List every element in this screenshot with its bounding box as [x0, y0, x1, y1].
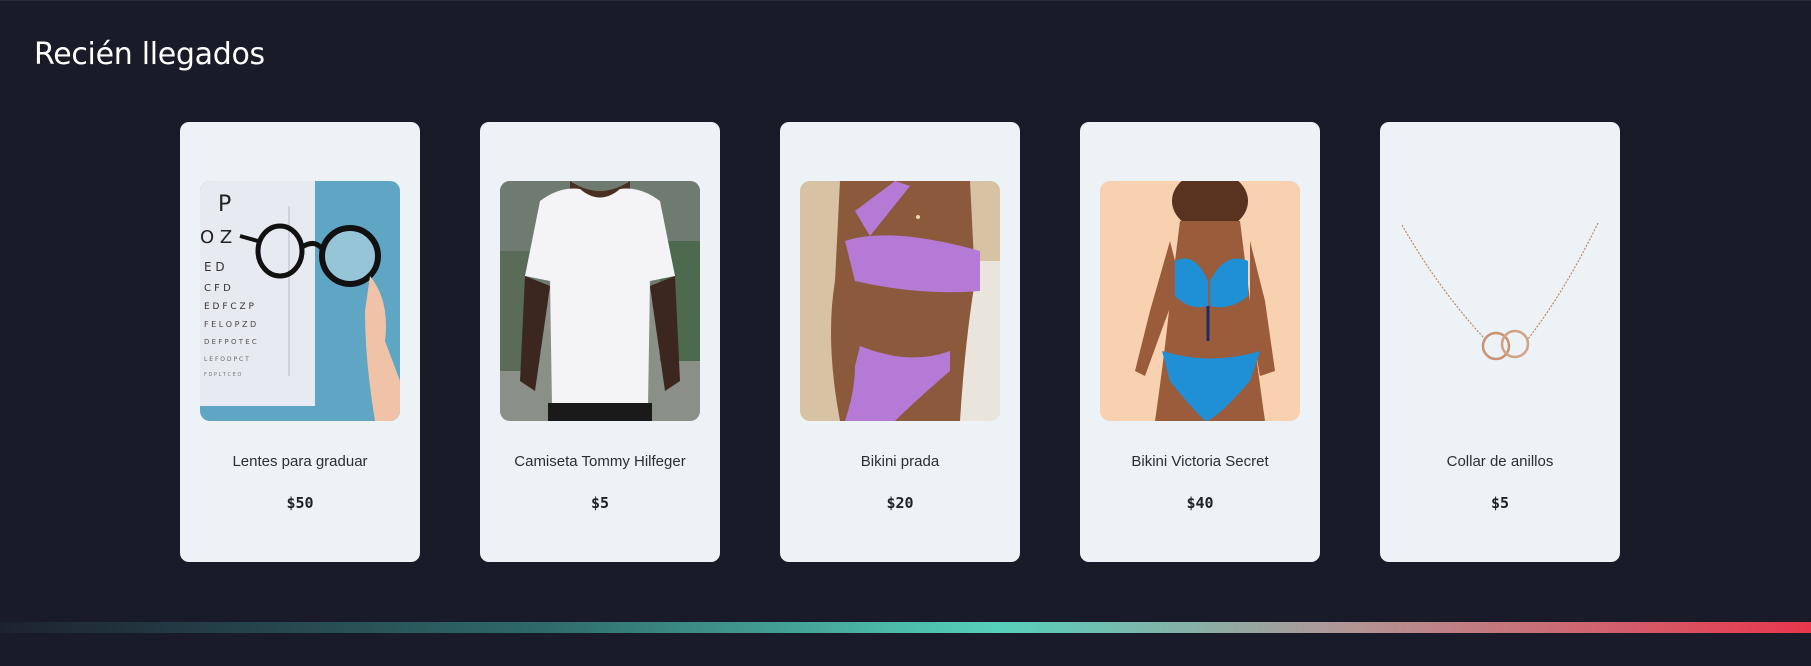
product-image-glasses[interactable]: P O Z E D C F D E D F C Z P F E L O P Z … [200, 181, 400, 421]
necklace-image [1400, 181, 1600, 421]
product-name: Bikini Victoria Secret [1131, 453, 1269, 470]
product-card-collar[interactable]: Collar de anillos $5 [1380, 122, 1620, 562]
product-card-camiseta[interactable]: Camiseta Tommy Hilfeger $5 [480, 122, 720, 562]
product-name: Camiseta Tommy Hilfeger [514, 453, 686, 470]
product-card-bikini-victoria[interactable]: Bikini Victoria Secret $40 [1080, 122, 1320, 562]
product-image-necklace[interactable] [1400, 181, 1600, 421]
product-price: $50 [286, 494, 314, 512]
product-name: Bikini prada [860, 453, 940, 470]
tshirt-image [500, 181, 700, 421]
product-card-lentes[interactable]: P O Z E D C F D E D F C Z P F E L O P Z … [180, 122, 420, 562]
product-name: Lentes para graduar [232, 453, 368, 470]
glasses-image: P O Z E D C F D E D F C Z P F E L O P Z … [200, 181, 400, 421]
svg-text:E D F C Z P: E D F C Z P [204, 302, 255, 312]
section-title: Recién llegados [34, 37, 265, 72]
svg-text:C F D: C F D [204, 283, 231, 294]
svg-text:O Z: O Z [200, 227, 232, 248]
page: Recién llegados P O Z E D C F D E D F C … [0, 0, 1811, 666]
product-grid: P O Z E D C F D E D F C Z P F E L O P Z … [180, 122, 1620, 562]
product-price: $5 [1490, 494, 1510, 512]
svg-text:F E L O P Z D: F E L O P Z D [204, 320, 256, 329]
svg-text:P: P [218, 192, 231, 217]
svg-text:L E F O D P C T: L E F O D P C T [204, 356, 249, 363]
product-image-purple-bikini[interactable] [800, 181, 1000, 421]
product-price: $40 [1186, 494, 1214, 512]
svg-text:F D P L T C E O: F D P L T C E O [204, 372, 241, 378]
decorative-gradient-bar [0, 622, 1811, 633]
product-image-blue-bikini[interactable] [1100, 181, 1300, 421]
product-price: $20 [886, 494, 914, 512]
product-name: Collar de anillos [1446, 453, 1554, 470]
product-price: $5 [590, 494, 610, 512]
blue-bikini-image [1100, 181, 1300, 421]
product-image-tshirt[interactable] [500, 181, 700, 421]
purple-bikini-image [800, 181, 1000, 421]
svg-text:E D: E D [204, 260, 225, 274]
svg-text:D E F P O T E C: D E F P O T E C [204, 338, 257, 346]
product-card-bikini-prada[interactable]: Bikini prada $20 [780, 122, 1020, 562]
